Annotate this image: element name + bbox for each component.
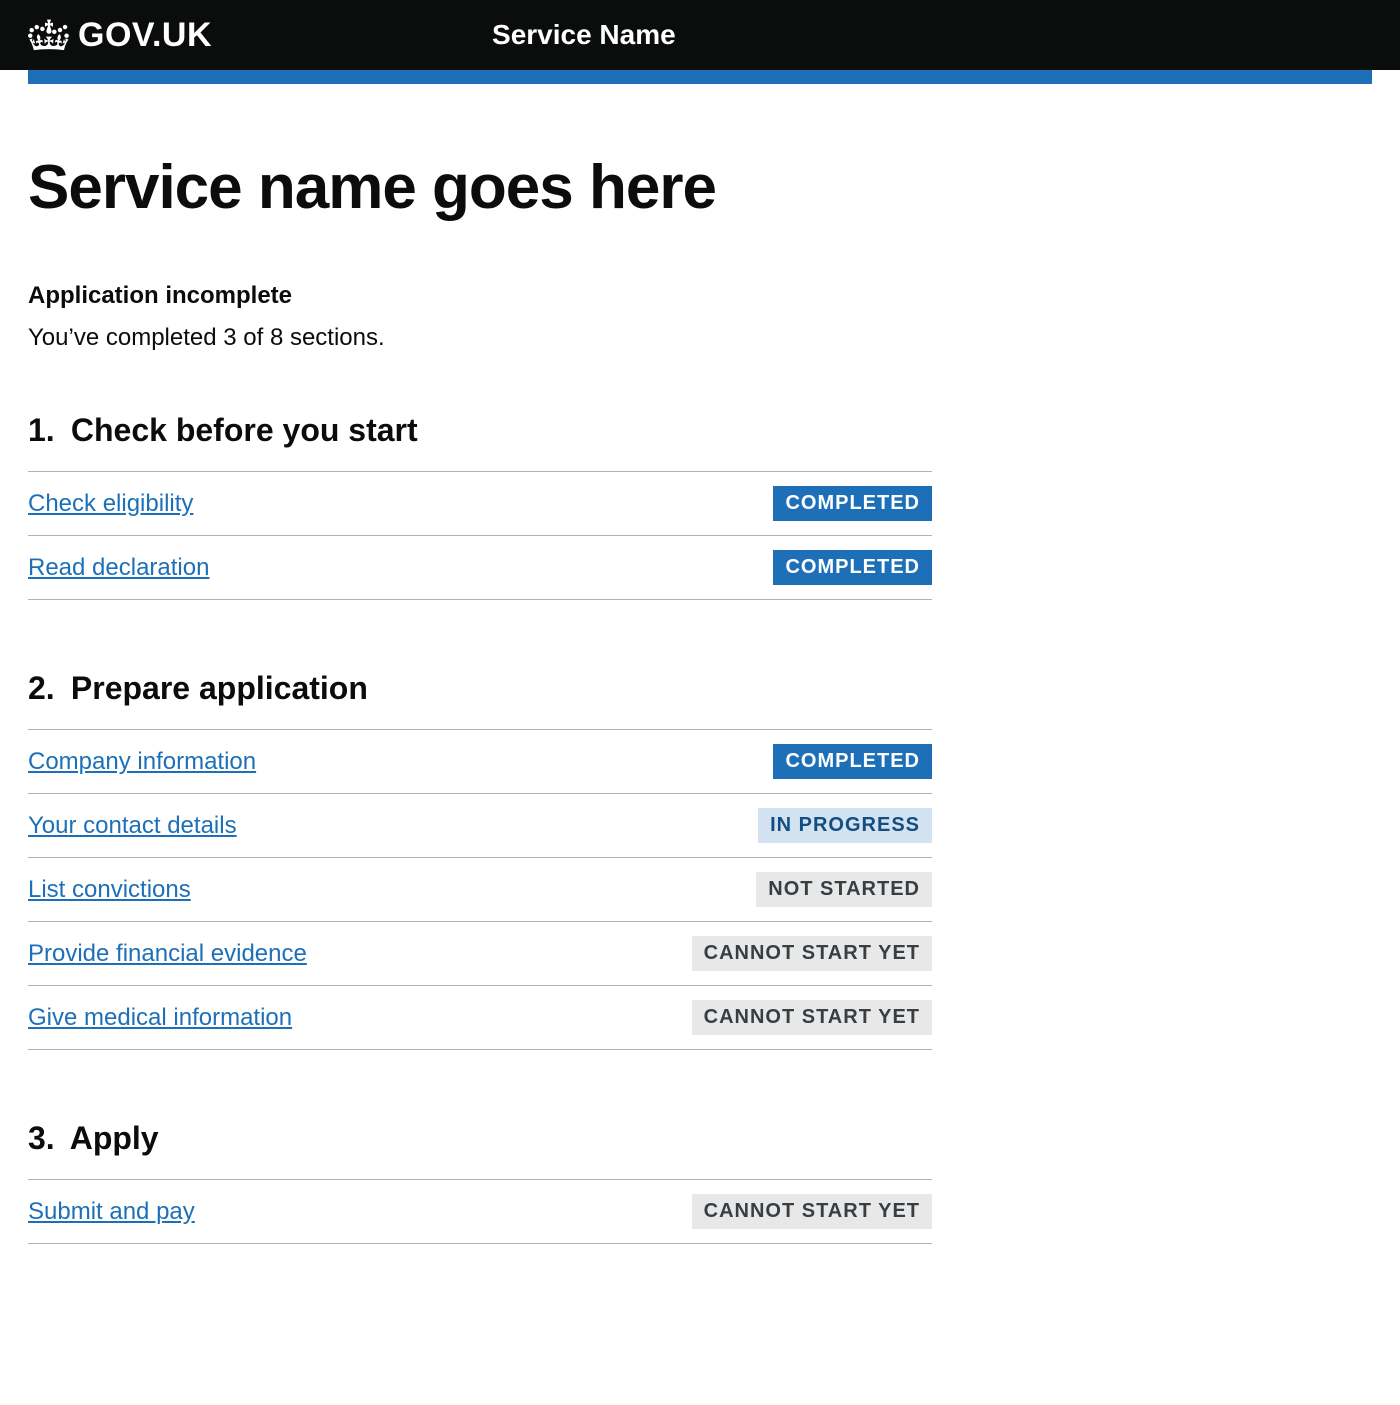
section-number: 2. xyxy=(28,670,62,707)
section-apply: 3. Apply Submit and pay CANNOT START YET xyxy=(28,1120,932,1244)
task-link-give-medical-information[interactable]: Give medical information xyxy=(28,1004,292,1032)
application-status-heading: Application incomplete xyxy=(28,282,932,310)
section-title: Check before you start xyxy=(71,412,418,448)
task-link-submit-and-pay[interactable]: Submit and pay xyxy=(28,1198,195,1226)
status-tag: CANNOT START YET xyxy=(692,936,932,971)
task-row: Read declaration COMPLETED xyxy=(28,536,932,600)
status-tag: NOT STARTED xyxy=(756,872,932,907)
task-row: Submit and pay CANNOT START YET xyxy=(28,1180,932,1244)
task-link-your-contact-details[interactable]: Your contact details xyxy=(28,812,237,840)
section-number: 1. xyxy=(28,412,62,449)
govuk-logo-text: GOV.UK xyxy=(78,16,212,55)
section-heading: 1. Check before you start xyxy=(28,412,932,449)
section-heading: 3. Apply xyxy=(28,1120,932,1157)
section-number: 3. xyxy=(28,1120,62,1157)
section-heading: 2. Prepare application xyxy=(28,670,932,707)
main-content: Service name goes here Application incom… xyxy=(0,84,960,1374)
status-tag: IN PROGRESS xyxy=(758,808,932,843)
status-tag: CANNOT START YET xyxy=(692,1000,932,1035)
application-status-text: You’ve completed 3 of 8 sections. xyxy=(28,324,932,352)
task-link-read-declaration[interactable]: Read declaration xyxy=(28,554,209,582)
task-row: Company information COMPLETED xyxy=(28,730,932,794)
header-divider-bar xyxy=(28,70,1372,84)
task-row: Your contact details IN PROGRESS xyxy=(28,794,932,858)
service-name-link[interactable]: Service Name xyxy=(492,19,676,51)
govuk-home-link[interactable]: GOV.UK xyxy=(28,16,212,55)
status-tag: COMPLETED xyxy=(773,486,932,521)
task-link-list-convictions[interactable]: List convictions xyxy=(28,876,191,904)
task-row: Give medical information CANNOT START YE… xyxy=(28,986,932,1050)
task-row: List convictions NOT STARTED xyxy=(28,858,932,922)
status-tag: COMPLETED xyxy=(773,744,932,779)
section-title: Prepare application xyxy=(71,670,368,706)
section-title: Apply xyxy=(70,1120,159,1156)
page-title: Service name goes here xyxy=(28,154,932,222)
crown-icon xyxy=(28,19,70,51)
status-tag: CANNOT START YET xyxy=(692,1194,932,1229)
site-header: GOV.UK Service Name xyxy=(0,0,1400,70)
task-link-check-eligibility[interactable]: Check eligibility xyxy=(28,490,193,518)
section-check-before-you-start: 1. Check before you start Check eligibil… xyxy=(28,412,932,600)
status-tag: COMPLETED xyxy=(773,550,932,585)
task-link-provide-financial-evidence[interactable]: Provide financial evidence xyxy=(28,940,307,968)
task-row: Check eligibility COMPLETED xyxy=(28,472,932,536)
task-row: Provide financial evidence CANNOT START … xyxy=(28,922,932,986)
section-prepare-application: 2. Prepare application Company informati… xyxy=(28,670,932,1050)
task-link-company-information[interactable]: Company information xyxy=(28,748,256,776)
